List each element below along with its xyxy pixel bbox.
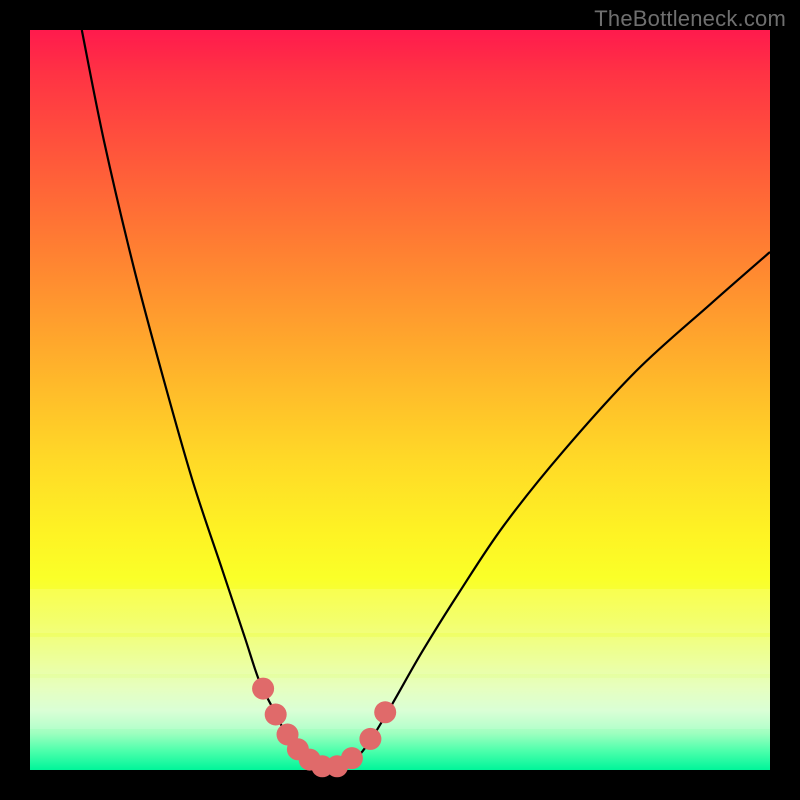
curve-right-branch [341,252,770,768]
watermark-text: TheBottleneck.com [594,6,786,32]
marker-point [265,704,287,726]
chart-svg [30,30,770,770]
marker-point [359,728,381,750]
plot-area [30,30,770,770]
curve-left-branch [82,30,319,768]
marker-point [341,747,363,769]
curve-group [82,30,770,769]
marker-group [252,678,396,778]
chart-frame: TheBottleneck.com [0,0,800,800]
marker-point [252,678,274,700]
marker-point [374,701,396,723]
